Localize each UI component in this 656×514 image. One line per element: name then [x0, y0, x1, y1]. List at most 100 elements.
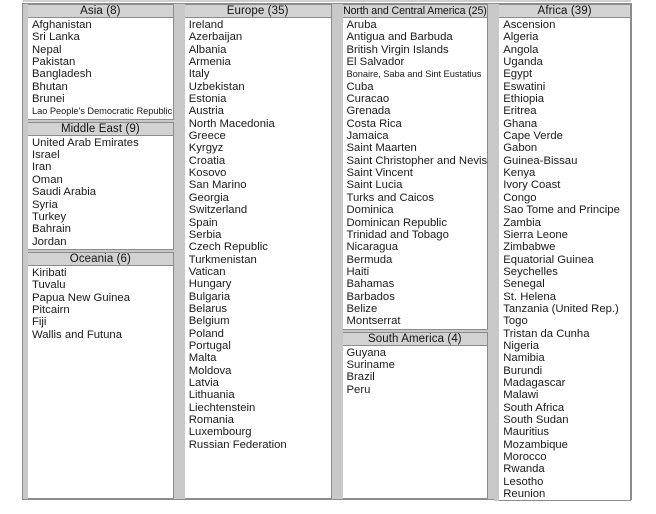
- country-item: Grenada: [346, 105, 391, 118]
- group-north-central-america-header: North and Central America (25): [342, 4, 489, 18]
- country-item: Dominican Republic: [346, 216, 447, 229]
- country-item: Pakistan: [32, 56, 76, 69]
- country-item: Papua New Guinea: [32, 291, 130, 304]
- country-item: Dominica: [346, 204, 394, 217]
- group-middle-east-header: Middle East (9): [28, 121, 174, 136]
- country-item: Antigua and Barbuda: [346, 31, 453, 44]
- country-item: Ethiopia: [503, 93, 545, 106]
- country-item: Sierra Leone: [503, 228, 568, 241]
- country-item: Afghanistan: [32, 19, 92, 31]
- group-north-central-america-list: Aruba Antigua and Barbuda British Virgin I…: [342, 18, 489, 330]
- country-item: Suriname: [346, 359, 395, 372]
- country-item: Nicaragua: [346, 241, 399, 254]
- country-item: Ireland: [188, 19, 224, 31]
- country-item: South Africa: [503, 401, 565, 414]
- country-item: Brazil: [346, 371, 375, 384]
- country-item: St. Helena: [503, 290, 557, 303]
- country-item: Poland: [188, 327, 224, 340]
- country-item: Nigeria: [503, 339, 540, 352]
- country-item: Rwanda: [503, 463, 545, 476]
- column-asia-inner: Asia (8) Afghanistan Sri Lanka Nepal Pakista…: [23, 4, 174, 499]
- country-item: Turkmenistan: [188, 253, 257, 266]
- country-item: Vatican: [188, 265, 226, 278]
- country-item: Belgium: [188, 315, 230, 328]
- country-item: Belarus: [188, 302, 228, 315]
- country-item: Kosovo: [188, 167, 227, 180]
- country-item: Malta: [188, 352, 217, 365]
- country-item: Togo: [503, 315, 528, 328]
- country-item: San Marino: [188, 179, 247, 192]
- country-item: Cape Verde: [503, 130, 563, 143]
- country-item: Saint Maarten: [346, 142, 417, 155]
- country-item: Montserrat: [346, 315, 401, 328]
- group-europe-header: Europe (35): [184, 4, 332, 18]
- country-item: Seychelles: [503, 265, 558, 278]
- region-country-table: Asia (8) Afghanistan Sri Lanka Nepal Pakista…: [22, 3, 632, 502]
- country-item: Congo: [503, 191, 537, 204]
- country-item: Namibia: [503, 352, 545, 365]
- country-item: Czech Republic: [188, 241, 268, 254]
- country-item: Wallis and Futuna: [32, 328, 122, 341]
- country-item: Israel: [32, 149, 60, 162]
- country-item: Saint Christopher and Nevis: [346, 154, 488, 167]
- group-africa: Africa (39) Ascension Algeria Angola Uganda E…: [499, 4, 632, 502]
- country-item: Equatorial Guinea: [503, 253, 594, 266]
- country-item: Lesotho: [503, 475, 544, 488]
- country-item: Serbia: [188, 228, 222, 241]
- group-middle-east-list: United Arab Emirates Israel Iran Oman Saudi …: [28, 135, 174, 250]
- country-item: Bonaire, Saba and Sint Eustatius: [346, 69, 482, 80]
- group-oceania: Oceania (6) Kiribati Tuvalu Papua New Guine…: [28, 251, 174, 499]
- country-item: Egypt: [503, 68, 533, 81]
- country-item: Tristan da Cunha: [503, 327, 590, 340]
- country-item: Eswatini: [503, 80, 546, 93]
- country-item: Iran: [32, 161, 52, 174]
- column-americas: North and Central America (25) Aruba Antig…: [337, 4, 495, 499]
- country-item: Luxembourg: [188, 426, 252, 439]
- country-item: Haiti: [346, 265, 370, 278]
- country-item: Eritrea: [503, 105, 537, 118]
- group-africa-header: Africa (39): [499, 4, 632, 18]
- country-item: Morocco: [503, 451, 547, 464]
- country-item: Barbados: [346, 290, 395, 303]
- country-item: Guyana: [346, 346, 387, 359]
- group-asia-list: Afghanistan Sri Lanka Nepal Pakistan Banglad…: [28, 18, 174, 120]
- country-item: Saudi Arabia: [32, 186, 97, 199]
- country-item: Bulgaria: [188, 290, 231, 303]
- country-item: Liechtenstein: [188, 401, 256, 414]
- country-item: Hungary: [188, 278, 232, 291]
- country-item: British Virgin Islands: [346, 43, 449, 56]
- group-oceania-header: Oceania (6): [28, 251, 174, 266]
- country-item: Angola: [503, 43, 539, 56]
- column-americas-inner: North and Central America (25) Aruba Antig…: [337, 4, 489, 499]
- country-item: Uganda: [503, 56, 543, 69]
- country-item: Ghana: [503, 117, 538, 130]
- country-item: Fiji: [32, 316, 47, 329]
- country-item: Moldova: [188, 364, 232, 377]
- country-item: Syria: [32, 198, 58, 211]
- country-item: Switzerland: [188, 204, 248, 217]
- column-europe-inner: Europe (35) Ireland Azerbaijan Albania Armen…: [179, 4, 332, 499]
- country-item: Uzbekistan: [188, 80, 245, 93]
- country-item: Lithuania: [188, 389, 235, 402]
- country-item: Zambia: [503, 216, 541, 229]
- group-asia-header: Asia (8): [28, 4, 174, 18]
- group-south-america-header: South America (4): [342, 331, 489, 346]
- country-item: Saint Vincent: [346, 167, 413, 180]
- country-item: Spain: [188, 216, 218, 229]
- country-item: Jordan: [32, 235, 67, 248]
- country-item: Portugal: [188, 339, 231, 352]
- country-item: Jamaica: [346, 130, 389, 143]
- country-item: Peru: [346, 383, 371, 396]
- country-item: Costa Rica: [346, 117, 402, 130]
- column-africa-inner: Africa (39) Ascension Algeria Angola Uganda E…: [494, 4, 632, 502]
- country-item: Georgia: [188, 191, 229, 204]
- country-item: Lao People's Democratic Republic: [32, 106, 173, 117]
- country-item: Mozambique: [503, 438, 568, 451]
- country-item: Cuba: [346, 80, 374, 93]
- column-asia: Asia (8) Afghanistan Sri Lanka Nepal Pakista…: [23, 4, 180, 499]
- country-item: Russian Federation: [188, 438, 287, 451]
- country-item: United Arab Emirates: [32, 136, 139, 149]
- country-item: Tuvalu: [32, 279, 66, 292]
- group-europe-list: Ireland Azerbaijan Albania Armenia Italy Uzbe…: [184, 18, 332, 499]
- country-item: Trinidad and Tobago: [346, 228, 449, 241]
